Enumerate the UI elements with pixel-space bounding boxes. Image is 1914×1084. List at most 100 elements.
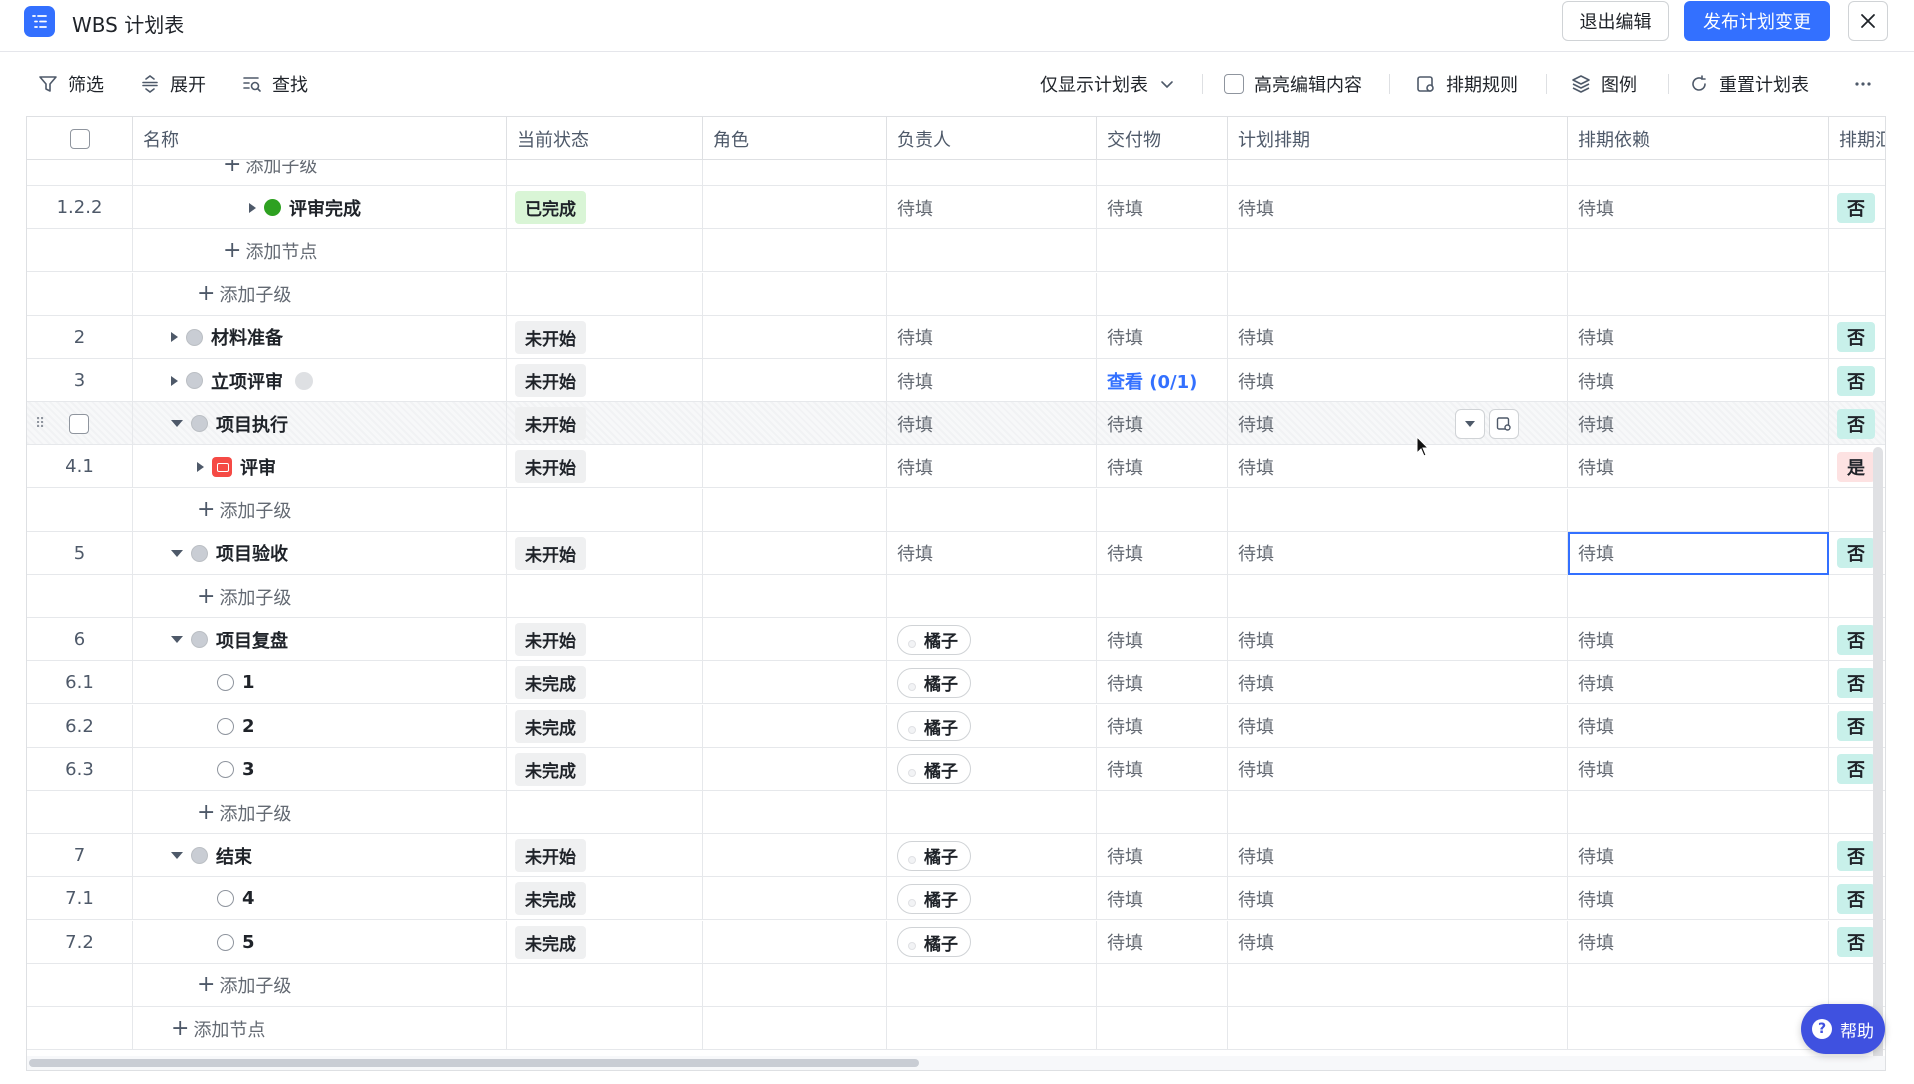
cell-plan[interactable] — [1228, 229, 1568, 273]
cell-status[interactable] — [507, 160, 703, 186]
status-badge[interactable]: 未开始 — [515, 839, 586, 873]
cell-owner[interactable] — [887, 272, 1097, 316]
add-node-button[interactable]: + 添加节点 — [223, 238, 317, 264]
cell-dependency[interactable] — [1568, 791, 1829, 834]
plan-placeholder[interactable]: 待填 — [1228, 324, 1274, 350]
cell-name[interactable]: + 添加子级 — [133, 791, 507, 834]
cell-deliverable[interactable]: 待填 — [1097, 445, 1228, 489]
task-name[interactable]: 4 — [197, 888, 255, 909]
cell-deliverable[interactable]: 待填 — [1097, 186, 1228, 230]
task-name[interactable]: 立项评审 — [171, 368, 313, 394]
cell-status[interactable] — [507, 229, 703, 273]
cell-status[interactable] — [507, 272, 703, 316]
deliverable-placeholder[interactable]: 待填 — [1097, 324, 1143, 350]
status-badge[interactable]: 未完成 — [515, 666, 586, 700]
cell-status[interactable]: 未开始 — [507, 315, 703, 359]
dependency-placeholder[interactable]: 待填 — [1568, 929, 1614, 955]
cell-role[interactable] — [703, 661, 887, 705]
table-row[interactable]: 6 项目复盘 未开始 橘子 待填 待填 待填 否 — [27, 618, 1885, 662]
cell-summary[interactable] — [1829, 273, 1885, 316]
cell-owner[interactable]: 橘子 — [887, 661, 1097, 705]
deliverable-placeholder[interactable]: 待填 — [1097, 411, 1143, 437]
cell-summary[interactable] — [1829, 160, 1885, 186]
cell-dependency[interactable] — [1568, 488, 1829, 532]
cell-dependency[interactable]: 待填 — [1568, 531, 1829, 575]
cell-deliverable[interactable]: 待填 — [1097, 920, 1228, 964]
cell-role[interactable] — [703, 272, 887, 316]
col-header-owner[interactable]: 负责人 — [887, 117, 1097, 160]
cell-role[interactable] — [703, 963, 887, 1007]
col-header-role[interactable]: 角色 — [703, 117, 887, 160]
deliverable-placeholder[interactable]: 待填 — [1097, 540, 1143, 566]
cell-status[interactable]: 未完成 — [507, 747, 703, 791]
deliverable-link[interactable]: 查看 (0/1) — [1097, 368, 1197, 394]
deliverable-placeholder[interactable]: 待填 — [1097, 670, 1143, 696]
deliverable-placeholder[interactable]: 待填 — [1097, 929, 1143, 955]
cell-owner[interactable]: 橘子 — [887, 834, 1097, 878]
cell-name[interactable]: + 添加子级 — [133, 963, 507, 1007]
dropdown-button[interactable] — [1455, 409, 1485, 440]
cell-deliverable[interactable]: 待填 — [1097, 834, 1228, 878]
col-header-plan[interactable]: 计划排期 — [1228, 117, 1568, 160]
summary-badge[interactable]: 否 — [1837, 192, 1875, 223]
status-badge[interactable]: 未完成 — [515, 882, 586, 916]
dependency-placeholder[interactable]: 待填 — [1568, 886, 1614, 912]
collapse-arrow-icon[interactable] — [171, 420, 183, 428]
cell-dependency[interactable]: 待填 — [1568, 618, 1829, 662]
owner-placeholder[interactable]: 待填 — [887, 454, 933, 480]
summary-badge[interactable]: 否 — [1837, 365, 1875, 396]
cell-plan[interactable]: 待填 — [1228, 531, 1568, 575]
cell-role[interactable] — [703, 747, 887, 791]
status-badge[interactable]: 未开始 — [515, 320, 586, 354]
cell-role[interactable] — [703, 1007, 887, 1050]
table-row[interactable]: 7 结束 未开始 橘子 待填 待填 待填 否 — [27, 834, 1885, 878]
cell-owner[interactable]: 橘子 — [887, 920, 1097, 964]
owner-chip[interactable]: 橘子 — [897, 711, 971, 742]
cell-name[interactable]: + 添加子级 — [133, 575, 507, 618]
cell-dependency[interactable]: 待填 — [1568, 186, 1829, 230]
cell-name[interactable]: 材料准备 — [133, 315, 507, 359]
owner-chip[interactable]: 橘子 — [897, 883, 971, 914]
row-checkbox[interactable] — [69, 413, 89, 434]
cell-name[interactable]: 评审 — [133, 445, 507, 489]
cell-deliverable[interactable] — [1097, 1007, 1228, 1050]
cell-dependency[interactable] — [1568, 1007, 1829, 1050]
expand-arrow-icon[interactable] — [171, 332, 178, 343]
cell-summary[interactable]: 否 — [1829, 186, 1885, 229]
select-all-checkbox[interactable] — [69, 128, 90, 149]
cell-role[interactable] — [703, 229, 887, 273]
owner-chip[interactable]: 橘子 — [897, 927, 971, 958]
cell-dependency[interactable] — [1568, 272, 1829, 316]
filter-button[interactable]: 筛选 — [38, 68, 104, 100]
plan-placeholder[interactable]: 待填 — [1228, 454, 1274, 480]
cell-status[interactable]: 未完成 — [507, 661, 703, 705]
cell-plan[interactable]: 待填 — [1228, 877, 1568, 921]
task-name[interactable]: 结束 — [171, 843, 252, 869]
view-select[interactable]: 仅显示计划表 — [1040, 68, 1176, 100]
cell-plan[interactable]: 待填 — [1228, 445, 1568, 489]
cell-deliverable[interactable]: 待填 — [1097, 531, 1228, 575]
cell-name[interactable]: + 添加子级 — [133, 272, 507, 316]
highlight-checkbox[interactable] — [1224, 74, 1244, 94]
cell-owner[interactable]: 待填 — [887, 315, 1097, 359]
cell-summary[interactable]: 否 — [1829, 402, 1885, 445]
cell-owner[interactable] — [887, 575, 1097, 618]
status-badge[interactable]: 未完成 — [515, 709, 586, 743]
plan-placeholder[interactable]: 待填 — [1228, 713, 1274, 739]
cell-name[interactable]: 评审完成 — [133, 186, 507, 230]
deliverable-placeholder[interactable]: 待填 — [1097, 454, 1143, 480]
help-button[interactable]: ? 帮助 — [1801, 1004, 1885, 1054]
cell-status[interactable]: 未开始 — [507, 618, 703, 662]
cell-role[interactable] — [703, 618, 887, 662]
cell-plan[interactable] — [1228, 272, 1568, 316]
cell-plan[interactable] — [1228, 488, 1568, 532]
col-header-name[interactable]: 名称 — [133, 117, 507, 160]
cell-summary[interactable]: 否 — [1829, 359, 1885, 402]
table-row[interactable]: 1.2.2 评审完成 已完成 待填 待填 待填 待填 否 — [27, 186, 1885, 230]
cell-deliverable[interactable] — [1097, 272, 1228, 316]
plan-placeholder[interactable]: 待填 — [1228, 368, 1274, 394]
cell-owner[interactable]: 橘子 — [887, 877, 1097, 921]
col-header-status[interactable]: 当前状态 — [507, 117, 703, 160]
horizontal-scrollbar[interactable] — [27, 1056, 1885, 1070]
owner-chip[interactable]: 橘子 — [897, 840, 971, 871]
